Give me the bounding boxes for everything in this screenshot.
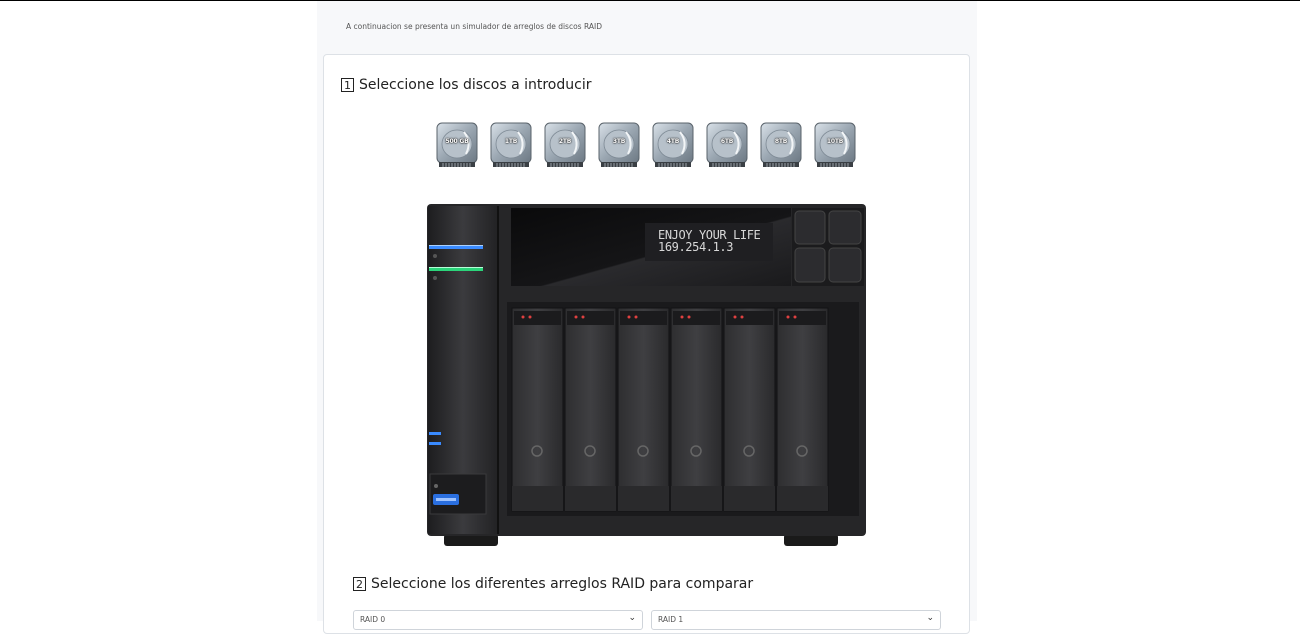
step-1-label: Seleccione los discos a introducir bbox=[359, 77, 592, 93]
raid-select-2-value: RAID 1 bbox=[658, 615, 684, 624]
disk-1tb-button[interactable]: 1TB bbox=[490, 122, 532, 168]
chevron-down-icon: ⌄ bbox=[628, 613, 636, 623]
step-2-number: 2 bbox=[353, 577, 366, 591]
hard-disk-icon bbox=[544, 122, 586, 167]
disk-label: 4TB bbox=[666, 138, 680, 145]
disk-6tb-button[interactable]: 6TB bbox=[706, 122, 748, 168]
step-2-label: Seleccione los diferentes arreglos RAID … bbox=[371, 576, 754, 592]
disk-label: 3TB bbox=[612, 138, 626, 145]
disk-500gb-button[interactable]: 500 GB bbox=[436, 122, 478, 168]
step-1-heading: 1 Seleccione los discos a introducir bbox=[341, 77, 591, 93]
disk-label: 8TB bbox=[774, 138, 788, 145]
hard-disk-icon bbox=[652, 122, 694, 167]
raid-select-1-value: RAID 0 bbox=[360, 615, 386, 624]
disk-10tb-button[interactable]: 10TB bbox=[814, 122, 856, 168]
intro-text: A continuacion se presenta un simulador … bbox=[346, 22, 602, 31]
disk-4tb-button[interactable]: 4TB bbox=[652, 122, 694, 168]
lcd-line-2: 169.254.1.3 bbox=[658, 240, 734, 254]
chevron-down-icon: ⌄ bbox=[926, 613, 934, 623]
disk-2tb-button[interactable]: 2TB bbox=[544, 122, 586, 168]
disk-label: 500 GB bbox=[445, 138, 469, 145]
raid-select-1[interactable]: RAID 0 ⌄ bbox=[353, 610, 643, 630]
nas-device-image bbox=[427, 204, 866, 546]
hard-disk-icon bbox=[814, 122, 856, 167]
hard-disk-icon bbox=[760, 122, 802, 167]
disk-3tb-button[interactable]: 3TB bbox=[598, 122, 640, 168]
disk-selector-row: 500 GB 1TB 2TB 3TB 4TB 6TB 8TB 10TB bbox=[436, 122, 858, 170]
disk-label: 6TB bbox=[720, 138, 734, 145]
hard-disk-icon bbox=[706, 122, 748, 167]
hard-disk-icon bbox=[598, 122, 640, 167]
hard-disk-icon bbox=[436, 122, 478, 167]
disk-label: 1TB bbox=[504, 138, 518, 145]
disk-label: 2TB bbox=[558, 138, 572, 145]
nas-lcd-display: ENJOY YOUR LIFE 169.254.1.3 bbox=[658, 229, 761, 254]
step-1-number: 1 bbox=[341, 78, 354, 92]
raid-select-2[interactable]: RAID 1 ⌄ bbox=[651, 610, 941, 630]
disk-label: 10TB bbox=[826, 138, 844, 145]
step-2-heading: 2 Seleccione los diferentes arreglos RAI… bbox=[353, 576, 753, 592]
hard-disk-icon bbox=[490, 122, 532, 167]
disk-8tb-button[interactable]: 8TB bbox=[760, 122, 802, 168]
